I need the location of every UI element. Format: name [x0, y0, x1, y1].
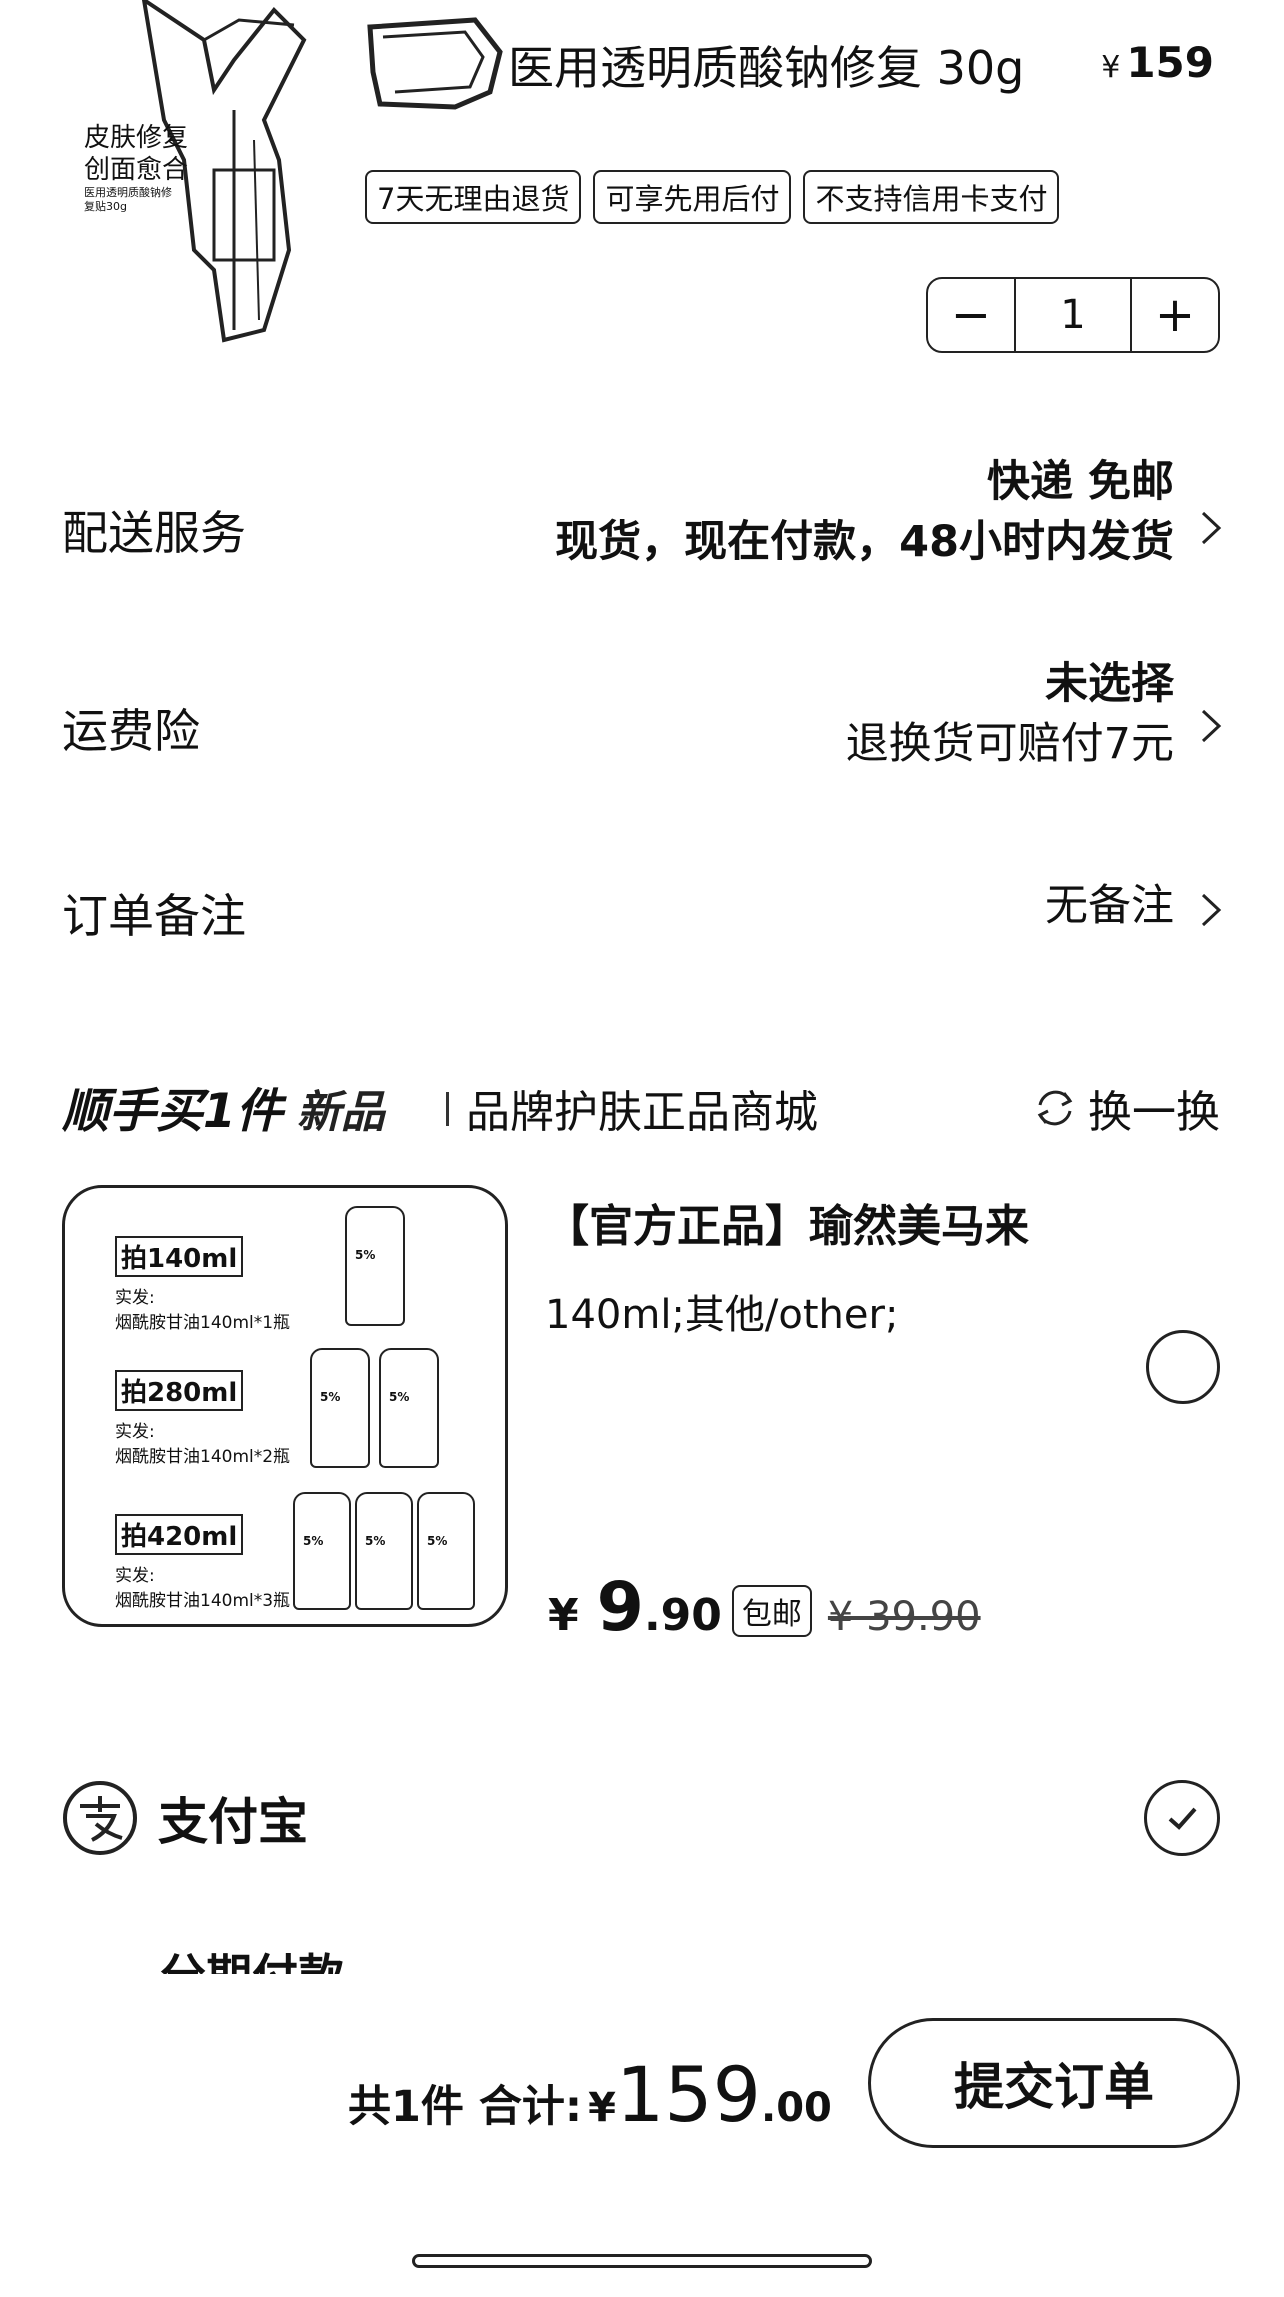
- installment-label-partial: 分期付款: [160, 1946, 344, 1974]
- service-tag: 可享先用后付: [593, 170, 792, 224]
- image-label-line: 实发:: [115, 1566, 155, 1586]
- image-label-group: 拍280ml 实发: 烟酰胺甘油140ml*2瓶: [115, 1370, 290, 1467]
- bottle-label: 5%: [303, 1534, 324, 1548]
- payment-method-name[interactable]: 支付宝: [158, 1782, 308, 1854]
- image-label-line: 实发:: [115, 1422, 155, 1442]
- bottle-label: 5%: [389, 1390, 410, 1404]
- image-label-group: 拍420ml 实发: 烟酰胺甘油140ml*3瓶: [115, 1514, 290, 1611]
- chevron-right-icon[interactable]: [1200, 708, 1222, 744]
- bottle-icon: 5%: [345, 1206, 405, 1326]
- price-currency: ¥: [548, 1590, 579, 1641]
- image-label-line: 烟酰胺甘油140ml*3瓶: [115, 1591, 291, 1611]
- insurance-label: 运费险: [62, 704, 200, 758]
- bottle-icon: 5%: [310, 1348, 370, 1468]
- order-note-label: 订单备注: [62, 889, 246, 943]
- recommend-item-price: ¥ 9 .90 包邮 ¥ 39.90: [548, 1568, 981, 1647]
- redacted-scribble: [367, 17, 503, 110]
- image-label-line: 烟酰胺甘油140ml*2瓶: [115, 1447, 291, 1467]
- increment-button[interactable]: +: [1132, 279, 1218, 351]
- image-caption-line: 创面愈合: [84, 155, 189, 185]
- refresh-button[interactable]: 换一换: [1032, 1076, 1220, 1140]
- insurance-status: 未选择: [1045, 659, 1174, 709]
- price-currency: ¥: [1101, 50, 1121, 85]
- price-value: 159: [1126, 38, 1214, 87]
- check-icon: [1168, 1807, 1197, 1830]
- bottle-label: 5%: [427, 1534, 448, 1548]
- payment-selected-check[interactable]: [1144, 1780, 1220, 1856]
- bottle-label: 5%: [365, 1534, 386, 1548]
- decrement-button[interactable]: −: [928, 279, 1014, 351]
- image-label-tag: 拍420ml: [115, 1514, 244, 1555]
- chevron-right-icon[interactable]: [1200, 510, 1222, 546]
- service-tag: 7天无理由退货: [365, 170, 582, 224]
- refresh-icon: [1037, 1090, 1073, 1126]
- recommend-item-spec: 140ml;其他/other;: [545, 1292, 899, 1338]
- delivery-info[interactable]: 快递 免邮 现货，现在付款，48小时内发货: [555, 452, 1174, 572]
- bottle-icon: 5%: [355, 1492, 413, 1610]
- order-total: 共1件 合计: ¥ 159 .00: [348, 2050, 832, 2139]
- insurance-detail: 退换货可赔付7元: [845, 719, 1174, 769]
- delivery-method: 快递 免邮: [987, 457, 1174, 507]
- total-integer: 159: [615, 2050, 761, 2139]
- service-tag: 不支持信用卡支付: [803, 170, 1060, 224]
- recommend-item-image[interactable]: 拍140ml 实发: 烟酰胺甘油140ml*1瓶 拍280ml 实发: 烟酰胺甘…: [62, 1185, 508, 1627]
- image-label-line: 实发:: [115, 1288, 155, 1308]
- product-price: ¥159: [1101, 38, 1214, 87]
- recommend-select-radio[interactable]: [1146, 1330, 1220, 1404]
- total-label: 共1件 合计:: [348, 2082, 583, 2132]
- delivery-label: 配送服务: [62, 506, 246, 560]
- checkout-page: 皮肤修复 创面愈合 医用透明质酸钠修复贴30g 医用透明质酸钠修复 30g ¥1…: [0, 0, 1284, 2297]
- price-decimal: .90: [643, 1590, 722, 1641]
- recommend-brand: 品牌护肤正品商城: [466, 1087, 818, 1138]
- image-label-tag: 拍280ml: [115, 1370, 244, 1411]
- delivery-detail: 现货，现在付款，48小时内发货: [555, 517, 1174, 567]
- image-caption-small: 医用透明质酸钠修复贴30g: [84, 186, 172, 213]
- quantity-value[interactable]: 1: [1014, 279, 1132, 351]
- free-shipping-badge: 包邮: [731, 1585, 812, 1637]
- product-title[interactable]: 医用透明质酸钠修复 30g: [508, 32, 1024, 98]
- alipay-icon: [63, 1781, 137, 1855]
- recommend-title-text: 顺手买1件: [62, 1084, 283, 1139]
- installment-label-text: 分期付款: [160, 1946, 344, 1974]
- bottle-label: 5%: [320, 1390, 341, 1404]
- service-tags: 7天无理由退货 可享先用后付 不支持信用卡支付: [365, 170, 1060, 224]
- divider: [446, 1092, 449, 1126]
- image-caption-line: 皮肤修复: [84, 123, 189, 153]
- original-price: ¥ 39.90: [827, 1594, 981, 1640]
- chevron-right-icon[interactable]: [1200, 892, 1222, 928]
- recommend-new-label: 新品: [296, 1087, 385, 1138]
- image-label-tag: 拍140ml: [115, 1236, 244, 1277]
- submit-order-button[interactable]: 提交订单: [868, 2018, 1240, 2148]
- image-label-group: 拍140ml 实发: 烟酰胺甘油140ml*1瓶: [115, 1236, 290, 1333]
- bottle-icon: 5%: [417, 1492, 475, 1610]
- insurance-info[interactable]: 未选择 退换货可赔付7元: [846, 654, 1174, 774]
- image-label-line: 烟酰胺甘油140ml*1瓶: [115, 1313, 291, 1333]
- total-decimal: .00: [761, 2085, 832, 2131]
- total-currency: ¥: [588, 2085, 616, 2131]
- recommend-item-name[interactable]: 【官方正品】瑜然美马来: [545, 1190, 1029, 1254]
- product-image-caption: 皮肤修复 创面愈合 医用透明质酸钠修复贴30g: [84, 122, 188, 214]
- bottle-icon: 5%: [293, 1492, 351, 1610]
- home-indicator[interactable]: [412, 2254, 872, 2268]
- bottle-icon: 5%: [379, 1348, 439, 1468]
- checkout-footer: 共1件 合计: ¥ 159 .00 提交订单: [0, 1974, 1284, 2297]
- product-image: 皮肤修复 创面愈合 医用透明质酸钠修复贴30g: [64, 0, 364, 345]
- quantity-stepper: − 1 +: [926, 277, 1220, 353]
- price-integer: 9: [596, 1568, 644, 1647]
- recommend-title: 顺手买1件 新品: [62, 1072, 385, 1141]
- refresh-label: 换一换: [1088, 1087, 1220, 1138]
- bottle-label: 5%: [355, 1248, 376, 1262]
- order-note-value[interactable]: 无备注: [1045, 876, 1174, 936]
